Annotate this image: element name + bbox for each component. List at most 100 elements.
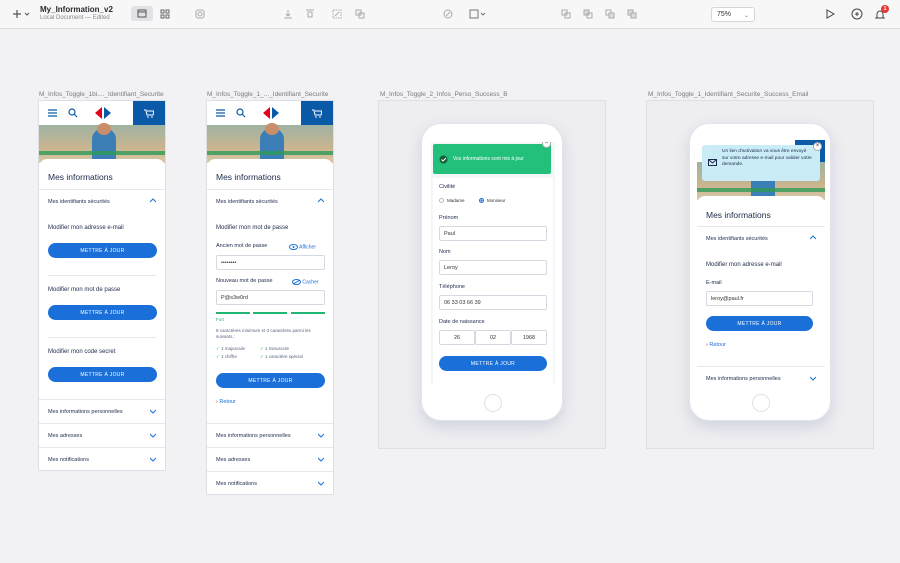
old-password-input[interactable]: ••••••••	[216, 255, 325, 270]
telephone-input[interactable]: 06 33 03 66 39	[439, 295, 547, 310]
accordion-perso[interactable]: Mes informations personnelles	[697, 366, 825, 386]
hero-image	[207, 123, 333, 163]
align-top-icon[interactable]	[303, 7, 317, 21]
subtract-icon[interactable]	[581, 7, 595, 21]
accordion-label: Mes notifications	[216, 481, 257, 487]
dob-month-input[interactable]: 02	[475, 330, 511, 345]
dob-day-input[interactable]: 26	[439, 330, 475, 345]
accordion-notifications[interactable]: Mes notifications	[39, 447, 165, 470]
hero-image	[39, 123, 165, 163]
carrefour-logo-icon[interactable]	[94, 107, 112, 119]
hamburger-menu-icon[interactable]	[48, 109, 57, 117]
update-email-button[interactable]: METTRE À JOUR	[48, 243, 157, 258]
zoom-value: 75%	[717, 11, 732, 18]
toast-message: Vos informations sont mis à jour	[453, 156, 524, 162]
artboard-label-4[interactable]: M_Infos_Toggle_1_Identifiant_Securite_Su…	[648, 91, 808, 98]
union-icon[interactable]	[559, 7, 573, 21]
chevron-down-icon: ⌄	[743, 13, 749, 19]
mask-dropdown-icon[interactable]	[467, 7, 489, 21]
close-icon[interactable]: ×	[813, 142, 822, 151]
rule-text: 1 majuscule	[221, 346, 246, 351]
check-circle-icon	[439, 155, 448, 163]
hamburger-menu-icon[interactable]	[216, 109, 225, 117]
cloud-share-icon[interactable]	[849, 7, 865, 21]
back-link[interactable]: › Retour	[216, 399, 236, 405]
chevron-up-icon	[318, 198, 324, 203]
chevron-down-icon	[150, 433, 156, 438]
radio-button	[439, 198, 444, 204]
accordion-label: Mes identifiants sécurités	[706, 236, 768, 242]
page-title: Mes informations	[216, 172, 281, 182]
canvas-view-icon[interactable]	[131, 6, 153, 21]
difference-icon[interactable]	[625, 7, 639, 21]
eye-off-icon	[292, 279, 301, 285]
artboard-1[interactable]: Mes informations Mes identifiants sécuri…	[38, 100, 166, 471]
accordion-label: Mes identifiants sécurités	[48, 199, 110, 205]
artboard-label-1[interactable]: M_Infos_Toggle_1bi...._Identifiant_Secur…	[39, 91, 164, 98]
strength-bar-1	[216, 312, 250, 314]
radio-label: Monsieur	[487, 198, 506, 203]
artboard-2[interactable]: Mes informations Mes identifiants sécuri…	[206, 100, 334, 495]
content-card: Mes informations Mes identifiants sécuri…	[697, 196, 825, 386]
preview-play-icon[interactable]	[823, 7, 837, 21]
artboard-label-2[interactable]: M_Infos_Toggle_1_..._Identifiant_Securit…	[207, 91, 328, 98]
accordion-perso[interactable]: Mes informations personnelles	[39, 399, 165, 423]
align-bottom-icon[interactable]	[281, 7, 295, 21]
accordion-label: Mes informations personnelles	[48, 409, 123, 415]
radio-monsieur[interactable]: Monsieur	[479, 198, 506, 204]
hide-password-toggle[interactable]: Cacher	[292, 279, 319, 285]
grid-view-icon[interactable]	[158, 7, 172, 21]
phone-mockup: Mes informations Mes identifiants sécuri…	[689, 123, 831, 421]
intersect-icon[interactable]	[603, 7, 617, 21]
update-password-button[interactable]: METTRE À JOUR	[216, 373, 325, 388]
new-password-input[interactable]: P@s3w0rd	[216, 290, 325, 305]
update-info-button[interactable]: METTRE À JOUR	[439, 356, 547, 371]
success-toast: Vos informations sont mis à jour	[433, 144, 551, 174]
update-code-button[interactable]: METTRE À JOUR	[48, 367, 157, 382]
strength-bar-2	[253, 312, 287, 314]
modify-email-label: Modifier mon adresse e-mail	[48, 225, 124, 231]
show-label: Afficher	[299, 244, 316, 251]
cart-icon	[312, 109, 322, 118]
rule-digit: ✓ 1 chiffre	[216, 354, 237, 360]
nom-input[interactable]: Leroy	[439, 260, 547, 275]
symbol-icon[interactable]	[193, 7, 207, 21]
rule-text: 1 caractère spécial	[265, 354, 303, 359]
flatten-icon[interactable]	[353, 7, 367, 21]
update-email-button[interactable]: METTRE À JOUR	[706, 316, 813, 331]
chevron-down-icon	[318, 457, 324, 462]
phone-mockup: Vos informations sont mis à jour × Civil…	[421, 123, 563, 421]
email-input[interactable]: leroy@paul.fr	[706, 291, 813, 306]
prenom-input[interactable]: Paul	[439, 226, 547, 241]
show-password-toggle[interactable]: Afficher	[289, 244, 316, 250]
search-icon[interactable]	[236, 108, 246, 118]
carrefour-logo-icon[interactable]	[262, 107, 280, 119]
accordion-adresses[interactable]: Mes adresses	[39, 423, 165, 447]
accordion-label: Mes identifiants sécurités	[216, 199, 278, 205]
accordion-perso[interactable]: Mes informations personnelles	[207, 423, 333, 447]
scale-icon[interactable]	[330, 7, 344, 21]
edit-pen-icon[interactable]	[441, 7, 455, 21]
strength-bar-3	[291, 312, 325, 314]
dob-year-input[interactable]: 1968	[511, 330, 547, 345]
telephone-label: Téléphone	[439, 284, 465, 290]
zoom-select[interactable]: 75% ⌄	[711, 7, 755, 22]
cart-button[interactable]	[133, 101, 165, 125]
back-link[interactable]: › Retour	[706, 342, 726, 348]
add-insert-icon[interactable]	[13, 7, 31, 21]
form-panel: Civilité Madame Monsieur Prénom Paul Nom…	[433, 178, 553, 384]
accordion-notifications[interactable]: Mes notifications	[207, 471, 333, 494]
cart-button[interactable]	[301, 101, 333, 125]
eye-icon	[289, 244, 298, 250]
artboard-3[interactable]: Vos informations sont mis à jour × Civil…	[378, 100, 606, 449]
accordion-identifiants[interactable]: Mes identifiants sécurités	[697, 226, 825, 250]
artboard-label-3[interactable]: M_Infos_Toggle_2_Infos_Perso_Success_B	[380, 91, 508, 98]
radio-madame[interactable]: Madame	[439, 198, 465, 204]
rule-uppercase: ✓ 1 majuscule	[216, 346, 245, 352]
artboard-4[interactable]: Mes informations Mes identifiants sécuri…	[646, 100, 874, 449]
update-password-button[interactable]: METTRE À JOUR	[48, 305, 157, 320]
accordion-identifiants[interactable]: Mes identifiants sécurités	[207, 189, 333, 213]
search-icon[interactable]	[68, 108, 78, 118]
accordion-identifiants[interactable]: Mes identifiants sécurités	[39, 189, 165, 213]
accordion-adresses[interactable]: Mes adresses	[207, 447, 333, 471]
